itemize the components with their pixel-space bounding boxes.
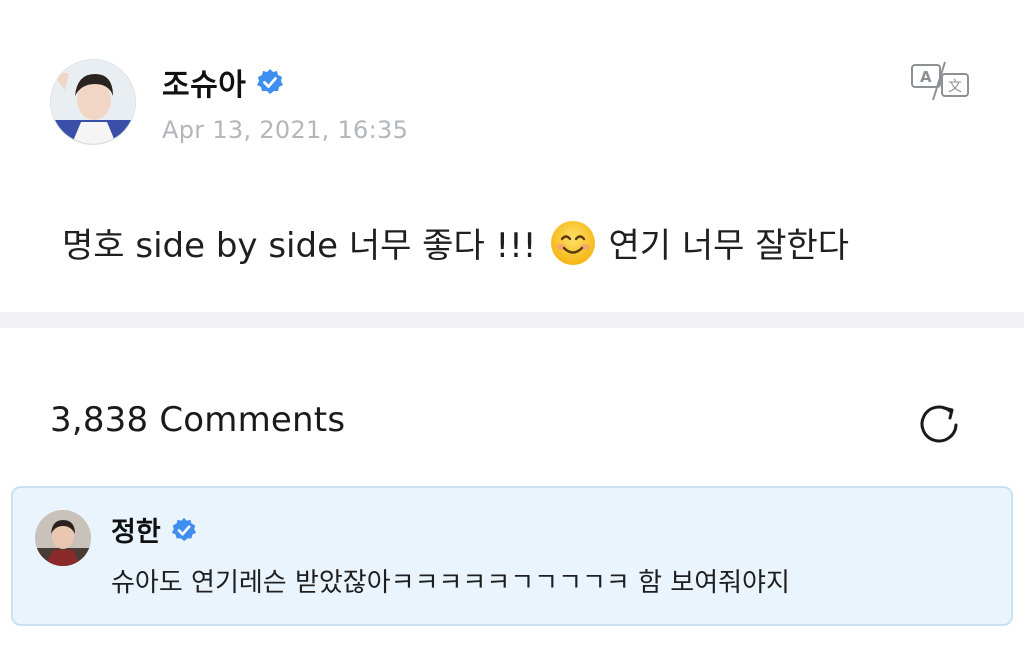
comment-text: 슈아도 연기레슨 받았잖아ㅋㅋㅋㅋㅋㄱㄱㄱㄱㅋ 함 보여줘야지 [111,568,790,598]
comment-card[interactable]: 정한 슈아도 연기레슨 받았잖아ㅋㅋㅋㅋㅋㄱㄱㄱㄱㅋ 함 보여줘야지 [11,486,1013,626]
author-row: 조슈아 [162,60,408,104]
post-timestamp: Apr 13, 2021, 16:35 [162,116,409,144]
section-divider [0,312,1024,328]
translate-button[interactable]: A 文 [905,56,973,104]
comment-author-avatar[interactable] [35,510,91,566]
svg-text:文: 文 [948,79,962,95]
smiling-face-icon [551,220,596,265]
refresh-button[interactable] [914,399,964,449]
author-name[interactable]: 조슈아 [162,60,246,104]
post-text-part-1: 명호 side by side 너무 좋다 !!! [62,226,537,266]
verified-badge-icon [257,69,284,94]
comment-author-row: 정한 [111,510,197,549]
svg-text:A: A [920,68,932,86]
comments-count: 3,838 Comments [50,400,346,440]
author-avatar[interactable] [50,59,136,145]
author-block: 조슈아 Apr 13, 2021, 16:35 [162,60,408,144]
comment-author-name[interactable]: 정한 [111,510,161,549]
translate-icon: A 文 [911,61,969,101]
refresh-icon [920,405,958,443]
post-header: 조슈아 Apr 13, 2021, 16:35 [50,57,408,147]
post-text-part-2: 연기 너무 잘한다 [608,226,850,266]
post-body: 명호 side by side 너무 좋다 !!! 연기 너무 잘한다 [62,218,849,267]
post-page: 조슈아 Apr 13, 2021, 16:35 A 文 명호 side by s… [0,0,1024,652]
verified-badge-icon [171,517,196,541]
